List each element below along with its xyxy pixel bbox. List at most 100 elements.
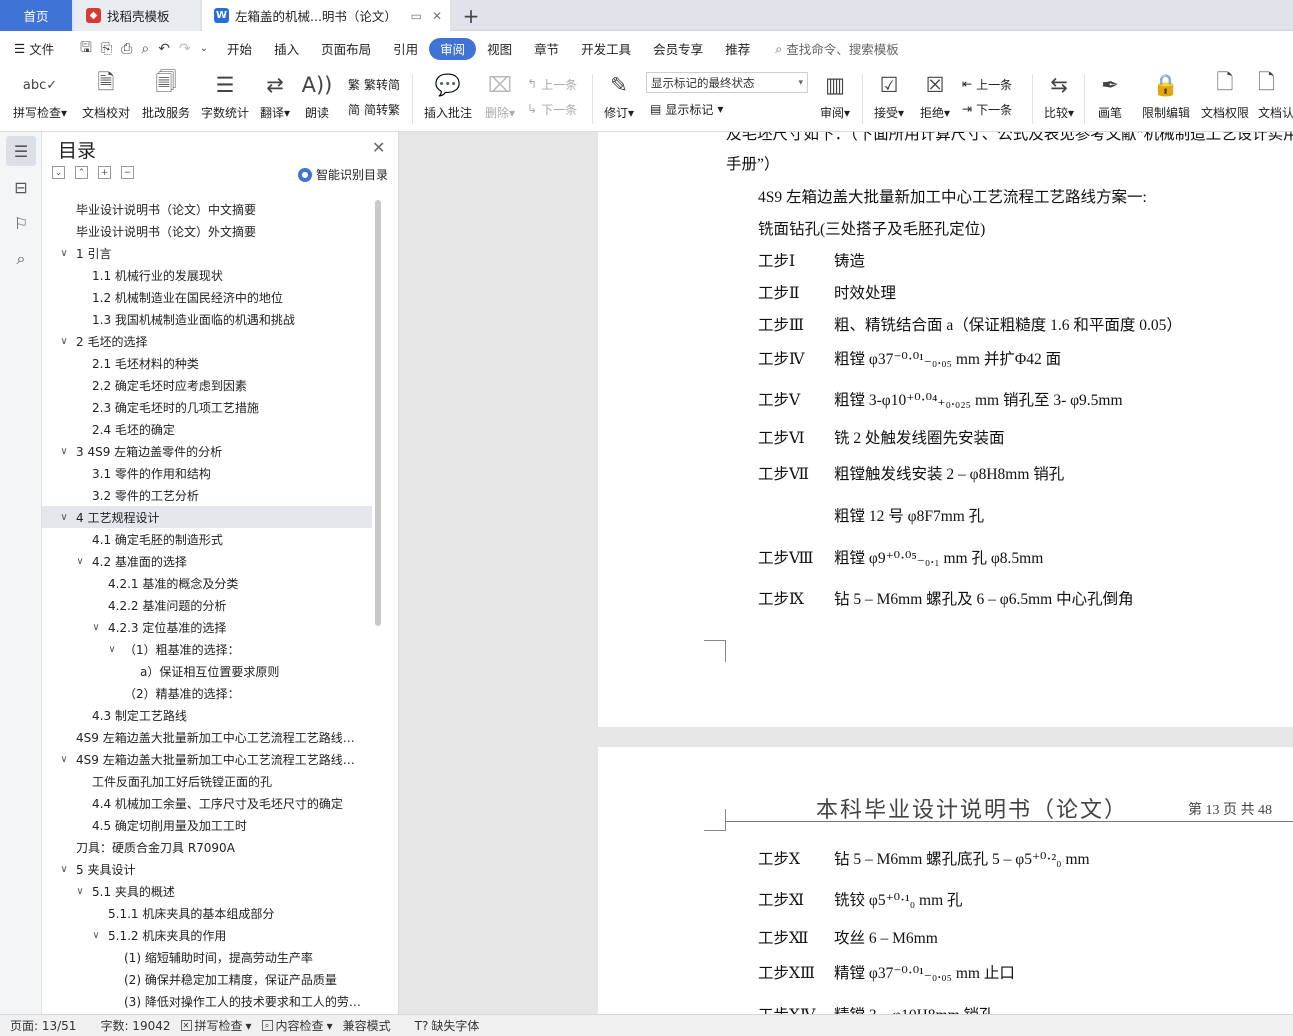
toc-item[interactable]: 4.2.2 基准问题的分析 [42,594,372,616]
toc-item[interactable]: ∨ 5 夹具设计 [42,858,372,880]
restrict-edit-button[interactable]: 🔒 限制编辑 [1140,70,1192,128]
bookmark-icon[interactable]: ⚐ [6,208,36,238]
redo-icon[interactable]: ↷ [179,41,191,57]
next-comment-button[interactable]: ↳ 下一条 [527,99,577,119]
document-page[interactable]: 本科毕业设计说明书（论文） 第 13 页 共 48 工步Ⅹ 钻 5 – M6mm … [598,747,1293,1014]
content-check-toggle[interactable]: ⌕ 内容检查 ▾ [261,1017,333,1034]
compare-button[interactable]: ⇆ 比较▾ [1040,70,1078,128]
show-markup-button[interactable]: ▤ 显示标记 ▾ [650,99,723,119]
tab-templates[interactable]: ◆ 找稻壳模板 [74,0,200,31]
toc-item[interactable]: (3) 降低对操作工人的技术要求和工人的劳动强度 [42,990,372,1012]
chevron-down-icon[interactable]: ∨ [58,512,70,523]
chevron-down-icon[interactable]: ∨ [74,886,86,897]
markup-state-select[interactable]: 显示标记的最终状态 ▾ [646,72,808,93]
toc-item[interactable]: 2.4 毛坯的确定 [42,418,372,440]
ink-button[interactable]: ✒ 画笔 [1090,70,1130,128]
page-indicator[interactable]: 页面: 13/51 [10,1017,76,1034]
word-count-button[interactable]: ☰ 字数统计 [199,70,251,128]
tab-document[interactable]: W 左箱盖的机械...明书（论文） ▭ ✕ [202,0,450,31]
toc-item[interactable]: 2.1 毛坯材料的种类 [42,352,372,374]
save-icon[interactable]: 🖫 [80,37,92,61]
word-count-indicator[interactable]: 字数: 19042 [100,1017,170,1034]
toc-item[interactable]: 4.5 确定切削用量及加工工时 [42,814,372,836]
doc-permission-button[interactable]: 🗋 文档权限 [1199,70,1251,128]
toc-item[interactable]: 4.1 确定毛胚的制造形式 [42,528,372,550]
spellcheck-button[interactable]: abc✓ 拼写检查▾ [10,70,70,128]
print-icon[interactable]: ⎙ [121,41,132,57]
to-traditional-button[interactable]: 繁 繁转简 [348,74,400,94]
toc-item[interactable]: 1.3 我国机械制造业面临的机遇和挑战 [42,308,372,330]
toc-item[interactable]: ∨ 1 引言 [42,242,372,264]
command-search[interactable]: ⌕ 查找命令、搜索模板 [775,39,899,58]
chevron-down-icon[interactable]: ∨ [74,556,86,567]
document-page[interactable]: 及毛坯尺寸如下：（下面所用计算尺寸、公式及表见参考文献“机械制造工艺设计实用 手… [598,132,1293,727]
toc-item[interactable]: 1.1 机械行业的发展现状 [42,264,372,286]
read-aloud-button[interactable]: A)) 朗读 [300,70,334,128]
toc-item[interactable]: ∨ 4 工艺规程设计 [42,506,372,528]
toc-item[interactable]: 毕业设计说明书（论文）中文摘要 [42,198,372,220]
doc-cert-button[interactable]: 🗋 文档认 [1258,70,1293,128]
toc-item[interactable]: 工件反面孔加工好后铣镗正面的孔 [42,770,372,792]
toc-item[interactable]: 4S9 左箱边盖大批量新加工中心工艺流程工艺路线方案一 [42,726,372,748]
spellcheck-toggle[interactable]: ✕ 拼写检查 ▾ [180,1017,252,1034]
toc-item[interactable]: ∨ 4S9 左箱边盖大批量新加工中心工艺流程工艺路线方案二 [42,748,372,770]
toc-item[interactable]: ∨ 4.2.3 定位基准的选择 [42,616,372,638]
toc-panel-icon[interactable]: ☰ [6,136,36,166]
prev-comment-button[interactable]: ↰ 上一条 [527,74,577,94]
menu-page-layout[interactable]: 页面布局 [310,38,382,60]
chevron-down-icon[interactable]: ∨ [58,446,70,457]
toc-item[interactable]: 2.3 确定毛坯时的几项工艺措施 [42,396,372,418]
new-tab-button[interactable]: + [458,0,484,31]
menu-recommend[interactable]: 推荐 [714,38,761,60]
export-pdf-icon[interactable]: ⎘ [101,41,112,57]
translate-button[interactable]: ⇄ 翻译▾ [256,70,294,128]
menu-review[interactable]: 审阅 [429,37,477,60]
tab-home[interactable]: 首页 [0,0,72,31]
file-menu[interactable]: ☰ 文件 [0,39,72,58]
reject-button[interactable]: ☒ 拒绝▾ [916,70,954,128]
chevron-down-icon[interactable]: ∨ [90,622,102,633]
prev-change-button[interactable]: ⇤ 上一条 [962,74,1012,94]
smart-toc-button[interactable]: ● 智能识别目录 [298,166,388,183]
toc-item[interactable]: 3.1 零件的作用和结构 [42,462,372,484]
insert-comment-button[interactable]: 💬 插入批注 [420,70,476,128]
toc-item[interactable]: ∨ 5.1.2 机床夹具的作用 [42,924,372,946]
missing-font-button[interactable]: T? 缺失字体 [415,1017,480,1034]
next-change-button[interactable]: ⇥ 下一条 [962,99,1012,119]
toc-item[interactable]: ∨ 4.2 基准面的选择 [42,550,372,572]
tab-close-icon[interactable]: ✕ [432,9,442,23]
delete-comment-button[interactable]: ⌧ 删除▾ [482,70,518,128]
tab-pin-icon[interactable]: ▭ [411,9,422,23]
print-preview-icon[interactable]: ⌕ [141,41,149,57]
toc-item[interactable]: ∨ 3 4S9 左箱边盖零件的分析 [42,440,372,462]
toc-item[interactable]: a）保证相互位置要求原则 [42,660,372,682]
menu-references[interactable]: 引用 [382,38,429,60]
toc-item[interactable]: (2) 确保并稳定加工精度，保证产品质量 [42,968,372,990]
track-changes-button[interactable]: ✎ 修订▾ [600,70,638,128]
toc-item[interactable]: 刀具：硬质合金刀具 R7090A [42,836,372,858]
more-chevron-icon[interactable]: ⌄ [200,43,208,54]
batch-service-button[interactable]: 🗐 批改服务 [140,70,192,128]
review-pane-button[interactable]: ▥ 审阅▾ [816,70,854,128]
toc-item[interactable]: 4.3 制定工艺路线 [42,704,372,726]
menu-developer[interactable]: 开发工具 [570,38,642,60]
chevron-down-icon[interactable]: ∨ [58,248,70,259]
toc-item[interactable]: 4.2.1 基准的概念及分类 [42,572,372,594]
toc-item[interactable]: (1) 缩短辅助时间，提高劳动生产率 [42,946,372,968]
menu-insert[interactable]: 插入 [263,38,310,60]
chevron-down-icon[interactable]: ∨ [90,930,102,941]
toc-item[interactable]: 1.2 机械制造业在国民经济中的地位 [42,286,372,308]
menu-view[interactable]: 视图 [476,38,523,60]
to-simplified-button[interactable]: 简 简转繁 [348,99,400,119]
toc-item[interactable]: ∨ （1）粗基准的选择： [42,638,372,660]
chevron-down-icon[interactable]: ∨ [58,754,70,765]
menu-start[interactable]: 开始 [216,38,263,60]
toc-item[interactable]: 4.4 机械加工余量、工序尺寸及毛坯尺寸的确定 [42,792,372,814]
menu-member[interactable]: 会员专享 [642,38,714,60]
toc-scrollbar[interactable] [375,200,381,626]
find-icon[interactable]: ⌕ [6,244,36,274]
toc-item[interactable]: ∨ 2 毛坯的选择 [42,330,372,352]
toc-item[interactable]: 2.2 确定毛坯时应考虑到因素 [42,374,372,396]
toc-item[interactable]: 3.2 零件的工艺分析 [42,484,372,506]
chevron-down-icon[interactable]: ∨ [106,644,118,655]
